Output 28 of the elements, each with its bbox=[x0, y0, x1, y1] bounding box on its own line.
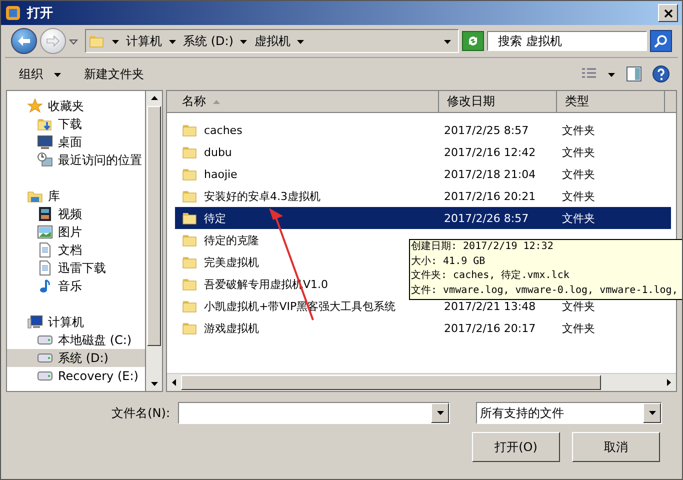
file-date: 2017/2/26 8:57 bbox=[444, 212, 529, 224]
file-name: 完美虚拟机 bbox=[204, 254, 259, 270]
file-name: dubu bbox=[204, 146, 232, 158]
tooltip-line: 创建日期: 2017/2/19 12:32 bbox=[411, 240, 554, 254]
file-date: 2017/2/25 8:57 bbox=[444, 124, 529, 136]
window-title: 打开 bbox=[27, 5, 54, 22]
file-name: 游戏虚拟机 bbox=[204, 320, 259, 336]
file-name: 待定的克隆 bbox=[204, 232, 259, 248]
file-type: 文件夹 bbox=[562, 210, 595, 226]
file-type: 文件夹 bbox=[562, 144, 595, 160]
file-name: haojie bbox=[204, 168, 238, 180]
tooltip-line: 大小: 41.9 GB bbox=[411, 254, 486, 268]
file-type: 文件夹 bbox=[562, 166, 595, 182]
tooltip-line: 文件: vmware.log, vmware-0.log, vmware-1.log, bbox=[411, 284, 679, 298]
file-date: 2017/2/16 20:17 bbox=[444, 322, 536, 334]
tooltip-line: 文件夹: caches, 待定.vmx.lck bbox=[411, 269, 570, 283]
file-name: 安装好的安卓4.3虚拟机 bbox=[204, 188, 320, 204]
file-date: 2017/2/16 20:21 bbox=[444, 190, 536, 202]
file-type: 文件夹 bbox=[562, 188, 595, 204]
file-date: 2017/2/21 13:48 bbox=[444, 300, 536, 312]
file-name: 待定 bbox=[204, 210, 226, 226]
file-type: 文件夹 bbox=[562, 320, 595, 336]
filename-label: 文件名(N): bbox=[112, 404, 170, 422]
file-type: 文件夹 bbox=[562, 122, 595, 138]
file-date: 2017/2/16 12:42 bbox=[444, 146, 536, 158]
file-name: caches bbox=[204, 124, 242, 136]
file-type: 文件夹 bbox=[562, 298, 595, 314]
file-date: 2017/2/18 21:04 bbox=[444, 168, 536, 180]
